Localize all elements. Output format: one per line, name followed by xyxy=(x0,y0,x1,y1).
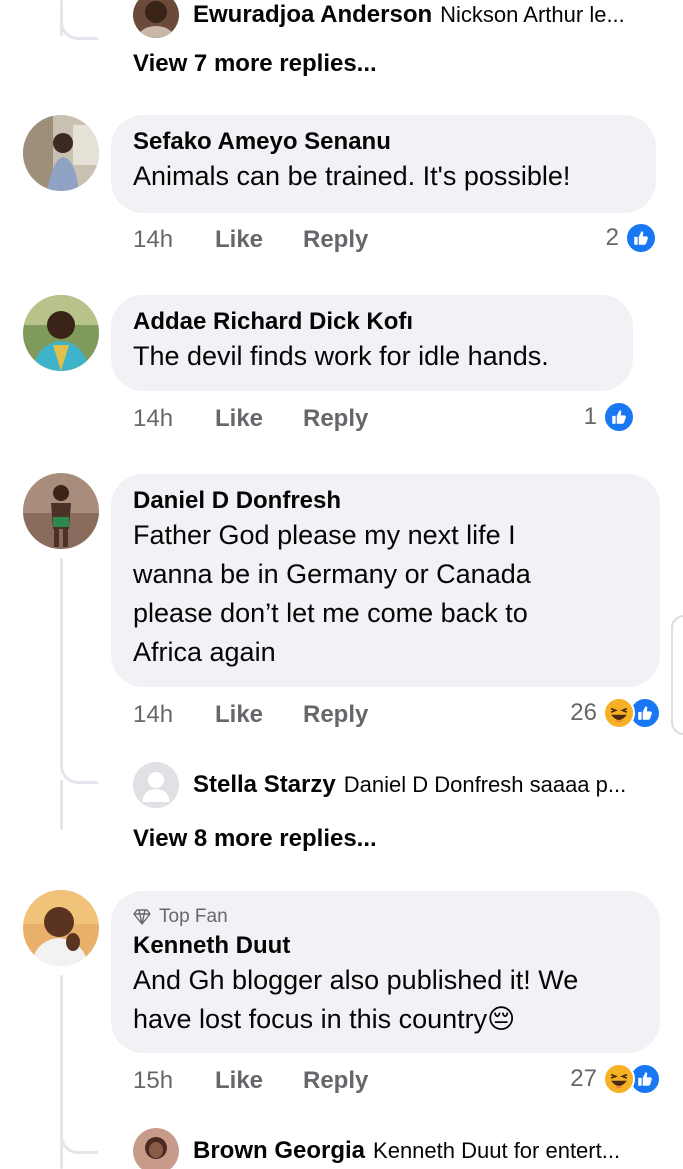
reply-button[interactable]: Reply xyxy=(303,225,368,255)
avatar[interactable] xyxy=(23,295,99,371)
comment-author[interactable]: Daniel D Donfresh xyxy=(133,486,638,516)
haha-icon xyxy=(603,697,635,729)
comment-text-line: wanna be in Germany or Canada xyxy=(133,559,531,589)
comment-author[interactable]: Kenneth Duut xyxy=(133,931,638,961)
view-more-replies-button[interactable]: View 7 more replies... xyxy=(133,50,377,78)
reply-author[interactable]: Stella Starzy xyxy=(193,771,336,799)
avatar[interactable] xyxy=(133,762,179,808)
reaction-count: 26 xyxy=(570,699,597,726)
like-button[interactable]: Like xyxy=(215,404,263,434)
reply-snippet[interactable]: Nickson Arthur le... xyxy=(440,2,625,28)
reaction-summary[interactable]: 27 xyxy=(570,1062,661,1096)
thread-curve xyxy=(60,1128,98,1154)
top-fan-label: Top Fan xyxy=(159,906,228,927)
like-button[interactable]: Like xyxy=(215,1066,263,1096)
thread-line xyxy=(60,558,63,763)
reply-button[interactable]: Reply xyxy=(303,700,368,730)
haha-icon xyxy=(603,1063,635,1095)
avatar[interactable] xyxy=(133,0,179,38)
reply-snippet[interactable]: Daniel D Donfresh saaaa p... xyxy=(344,772,627,798)
thread-line xyxy=(60,780,63,830)
reaction-summary[interactable]: 26 xyxy=(570,696,661,730)
reply-preview[interactable]: Ewuradjoa Anderson Nickson Arthur le... xyxy=(133,0,625,38)
comment-bubble: Addae Richard Dick Kofı The devil finds … xyxy=(111,295,633,391)
thread-curve xyxy=(60,758,98,784)
top-fan-badge: Top Fan xyxy=(133,905,638,929)
avatar[interactable] xyxy=(23,115,99,191)
view-more-replies-button[interactable]: View 8 more replies... xyxy=(133,825,377,853)
avatar[interactable] xyxy=(133,1128,179,1169)
avatar[interactable] xyxy=(23,890,99,966)
avatar[interactable] xyxy=(23,473,99,549)
reaction-count: 27 xyxy=(570,1065,597,1092)
scroll-handle[interactable] xyxy=(671,615,683,735)
reply-snippet[interactable]: Kenneth Duut for entert... xyxy=(373,1138,620,1164)
reaction-summary[interactable]: 2 xyxy=(606,221,657,255)
comment-text-line: And Gh blogger also published it! We xyxy=(133,965,579,995)
like-button[interactable]: Like xyxy=(215,225,263,255)
like-button[interactable]: Like xyxy=(215,700,263,730)
comment-text: The devil finds work for idle hands. xyxy=(133,341,549,371)
comment-timestamp[interactable]: 14h xyxy=(133,700,173,730)
reply-button[interactable]: Reply xyxy=(303,1066,368,1096)
comment-author[interactable]: Sefako Ameyo Senanu xyxy=(133,127,634,157)
reply-author[interactable]: Ewuradjoa Anderson xyxy=(193,1,432,29)
reaction-count: 2 xyxy=(605,224,619,251)
comment-text-line: have lost focus in this country😔 xyxy=(133,1004,516,1034)
comment-timestamp[interactable]: 15h xyxy=(133,1066,173,1096)
reply-preview[interactable]: Stella Starzy Daniel D Donfresh saaaa p.… xyxy=(133,762,626,808)
diamond-icon xyxy=(133,909,151,925)
comment-timestamp[interactable]: 14h xyxy=(133,225,173,255)
comment-text-line: Africa again xyxy=(133,637,276,667)
like-icon xyxy=(625,222,657,254)
reaction-summary[interactable]: 1 xyxy=(584,400,635,434)
comment-bubble: Daniel D Donfresh Father God please my n… xyxy=(111,474,660,687)
reply-author[interactable]: Brown Georgia xyxy=(193,1137,365,1165)
comment-text: Animals can be trained. It's possible! xyxy=(133,161,571,191)
comment-author[interactable]: Addae Richard Dick Kofı xyxy=(133,307,611,337)
comment-bubble: Top Fan Kenneth Duut And Gh blogger also… xyxy=(111,891,660,1053)
reply-preview[interactable]: Brown Georgia Kenneth Duut for entert... xyxy=(133,1128,620,1169)
like-icon xyxy=(603,401,635,433)
comment-text-line: please don’t let me come back to xyxy=(133,598,528,628)
reply-button[interactable]: Reply xyxy=(303,404,368,434)
reaction-count: 1 xyxy=(583,403,597,430)
thread-curve xyxy=(60,14,98,40)
comment-timestamp[interactable]: 14h xyxy=(133,404,173,434)
comment-bubble: Sefako Ameyo Senanu Animals can be train… xyxy=(111,115,656,213)
comment-text-line: Father God please my next life I xyxy=(133,520,516,550)
